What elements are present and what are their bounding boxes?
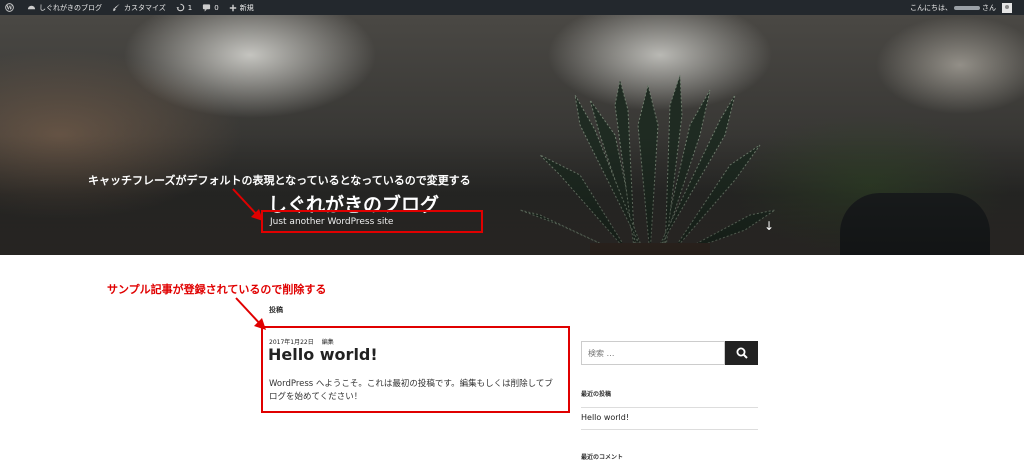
admin-bar: W しぐれがきのブログ カスタマイズ 1 0 新規 こんにちは、 さん	[0, 0, 1024, 15]
search-button[interactable]	[725, 341, 758, 365]
site-header: キャッチフレーズがデフォルトの表現となっているとなっているので変更する しぐれが…	[0, 15, 1024, 255]
updates-icon	[176, 3, 185, 12]
post-title[interactable]: Hello world!	[268, 345, 378, 364]
admin-new-label: 新規	[239, 3, 254, 12]
post-excerpt: WordPress へようこそ。これは最初の投稿です。編集もしくは削除してブログ…	[269, 379, 553, 402]
brush-icon	[113, 3, 120, 12]
header-overlay	[0, 135, 1024, 255]
scroll-down-icon[interactable]: ↓	[764, 219, 774, 233]
greeting-suffix: さん	[982, 3, 996, 12]
section-label-posts: 投稿	[269, 306, 283, 314]
admin-customize-label: カスタマイズ	[124, 3, 166, 12]
annotation-tagline-note: キャッチフレーズがデフォルトの表現となっているとなっているので変更する	[88, 174, 471, 187]
search-icon	[736, 347, 748, 359]
admin-comments[interactable]: 0	[197, 0, 223, 15]
widget-title-recent-posts: 最近の投稿	[581, 391, 612, 398]
widget-title-recent-comments: 最近のコメント	[581, 454, 624, 461]
divider	[581, 407, 758, 408]
avatar	[1002, 2, 1012, 13]
search-input[interactable]	[581, 341, 725, 365]
plus-icon	[229, 4, 236, 11]
admin-account-menu[interactable]: こんにちは、 さん	[910, 0, 1012, 15]
comments-count: 0	[214, 3, 219, 12]
wordpress-logo-menu[interactable]: W	[0, 0, 22, 15]
admin-customize[interactable]: カスタマイズ	[107, 0, 171, 15]
recent-post-link[interactable]: Hello world!	[581, 413, 629, 422]
admin-site-name-label: しぐれがきのブログ	[39, 3, 102, 12]
admin-updates[interactable]: 1	[171, 0, 197, 15]
admin-site-name[interactable]: しぐれがきのブログ	[22, 0, 107, 15]
redacted-username	[954, 5, 980, 10]
wordpress-icon: W	[5, 3, 14, 12]
svg-text:W: W	[5, 6, 13, 12]
updates-count: 1	[187, 3, 193, 12]
admin-new-content[interactable]: 新規	[224, 0, 259, 15]
comment-icon	[203, 4, 211, 12]
tagline-highlight-box	[261, 210, 483, 233]
divider	[581, 429, 758, 430]
dashboard-icon	[27, 5, 36, 10]
greeting-prefix: こんにちは、	[910, 3, 952, 12]
annotation-post-note: サンプル記事が登録されているので削除する	[107, 283, 327, 296]
search-form	[581, 341, 758, 365]
